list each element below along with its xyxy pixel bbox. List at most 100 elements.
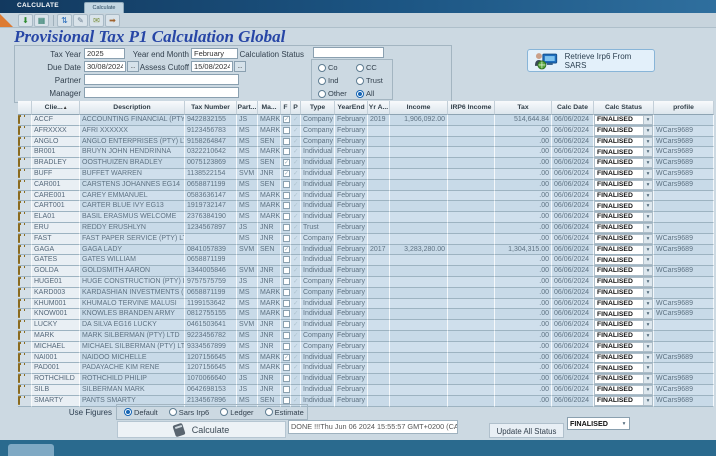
cell-income[interactable] bbox=[390, 255, 448, 266]
f-checkbox[interactable] bbox=[283, 343, 290, 350]
cell-type[interactable]: Company bbox=[301, 331, 335, 342]
cell-code[interactable]: CART001 bbox=[32, 201, 80, 212]
cell-irp6_income[interactable] bbox=[448, 363, 495, 374]
mail-icon[interactable]: ✉ bbox=[89, 14, 104, 27]
cell-tax_number[interactable]: 0658871199 bbox=[185, 255, 237, 266]
cell-income[interactable] bbox=[390, 363, 448, 374]
cell-income[interactable] bbox=[390, 201, 448, 212]
cell-income[interactable] bbox=[390, 234, 448, 245]
cell-partner[interactable]: MS bbox=[237, 288, 258, 299]
cell-year_end[interactable]: February bbox=[335, 147, 368, 158]
cell-profile[interactable] bbox=[654, 115, 714, 126]
cell-profile[interactable] bbox=[654, 331, 714, 342]
update-all-status-button[interactable]: Update All Status bbox=[489, 423, 564, 438]
calculation-status-input[interactable] bbox=[313, 47, 384, 58]
cell-yr_assessed[interactable] bbox=[368, 212, 390, 223]
cell-irp6_income[interactable] bbox=[448, 169, 495, 180]
cell-description[interactable]: MICHAEL SILBERMAN (PTY) LTD bbox=[80, 342, 185, 353]
calc-status-select[interactable]: FINALISED▾ bbox=[594, 309, 653, 319]
f-checkbox[interactable]: ✓ bbox=[283, 116, 290, 123]
cell-tax_number[interactable]: 9123456783 bbox=[185, 126, 237, 137]
cell-irp6_income[interactable] bbox=[448, 137, 495, 148]
cell-income[interactable] bbox=[390, 331, 448, 342]
cell-tax_number[interactable]: 1344005846 bbox=[185, 266, 237, 277]
cell-type[interactable]: Individual bbox=[301, 158, 335, 169]
f-checkbox[interactable] bbox=[283, 235, 290, 242]
cell-manager[interactable]: MARK bbox=[258, 212, 281, 223]
column-header-f[interactable]: F bbox=[281, 101, 291, 115]
cell-code[interactable]: SMARTY bbox=[32, 396, 80, 407]
cell-irp6_income[interactable] bbox=[448, 245, 495, 256]
calc-status-select[interactable]: FINALISED▾ bbox=[594, 115, 653, 125]
calc-status-select[interactable]: FINALISED▾ bbox=[594, 158, 653, 168]
cell-profile[interactable] bbox=[654, 342, 714, 353]
cell-partner[interactable]: JS bbox=[237, 374, 258, 385]
cell-irp6_income[interactable] bbox=[448, 212, 495, 223]
cell-tax_number[interactable]: 9223456782 bbox=[185, 331, 237, 342]
column-header-type[interactable]: Type bbox=[301, 101, 335, 115]
cell-partner[interactable]: SVM bbox=[237, 320, 258, 331]
cell-yr_assessed[interactable] bbox=[368, 223, 390, 234]
column-header-income[interactable]: Income bbox=[390, 101, 448, 115]
cell-calc_date[interactable]: 06/06/2024 bbox=[552, 299, 594, 310]
cell-tax[interactable]: .00 bbox=[495, 396, 552, 407]
calc-status-select[interactable]: FINALISED▾ bbox=[594, 201, 653, 211]
cell-income[interactable] bbox=[390, 353, 448, 364]
cell-code[interactable]: SILB bbox=[32, 385, 80, 396]
cell-year_end[interactable]: February bbox=[335, 342, 368, 353]
use-figures-radio[interactable] bbox=[220, 408, 228, 416]
import-icon[interactable]: ⬇ bbox=[18, 14, 33, 27]
cell-code[interactable]: AFRXXXX bbox=[32, 126, 80, 137]
cell-code[interactable]: GAGA bbox=[32, 245, 80, 256]
cell-profile[interactable]: WCars9689 bbox=[654, 385, 714, 396]
cell-manager[interactable]: MARK bbox=[258, 363, 281, 374]
cell-irp6_income[interactable] bbox=[448, 147, 495, 158]
cell-calc_date[interactable]: 06/06/2024 bbox=[552, 223, 594, 234]
cell-type[interactable]: Company bbox=[301, 288, 335, 299]
cell-type[interactable]: Individual bbox=[301, 245, 335, 256]
cell-profile[interactable]: WCars9689 bbox=[654, 299, 714, 310]
column-header-description[interactable]: Description bbox=[80, 101, 185, 115]
f-checkbox[interactable] bbox=[283, 397, 290, 404]
column-header-tax_number[interactable]: Tax Number bbox=[185, 101, 237, 115]
cell-tax_number[interactable]: 2376384190 bbox=[185, 212, 237, 223]
cell-year_end[interactable]: February bbox=[335, 234, 368, 245]
cell-manager[interactable]: MARK bbox=[258, 288, 281, 299]
cell-tax[interactable]: .00 bbox=[495, 363, 552, 374]
use-figures-option-ledger[interactable]: Ledger bbox=[220, 408, 253, 417]
cell-tax[interactable]: .00 bbox=[495, 126, 552, 137]
cell-type[interactable]: Individual bbox=[301, 147, 335, 158]
cell-income[interactable] bbox=[390, 320, 448, 331]
cell-yr_assessed[interactable] bbox=[368, 374, 390, 385]
cell-irp6_income[interactable] bbox=[448, 385, 495, 396]
cell-code[interactable]: MICHAEL bbox=[32, 342, 80, 353]
cell-description[interactable]: SILBERMAN MARK bbox=[80, 385, 185, 396]
cell-irp6_income[interactable] bbox=[448, 255, 495, 266]
cell-code[interactable]: BR001 bbox=[32, 147, 80, 158]
cell-profile[interactable] bbox=[654, 288, 714, 299]
cell-description[interactable]: KHUMALO TERVINE MALUSI bbox=[80, 299, 185, 310]
cell-partner[interactable]: MS bbox=[237, 147, 258, 158]
cell-description[interactable]: BRUYN JOHN HENDRINNA bbox=[80, 147, 185, 158]
cell-partner[interactable]: JS bbox=[237, 277, 258, 288]
cell-income[interactable] bbox=[390, 277, 448, 288]
f-checkbox[interactable] bbox=[283, 127, 290, 134]
cell-income[interactable] bbox=[390, 180, 448, 191]
cell-yr_assessed[interactable] bbox=[368, 147, 390, 158]
f-checkbox[interactable] bbox=[283, 386, 290, 393]
cell-irp6_income[interactable] bbox=[448, 353, 495, 364]
cell-calc_date[interactable]: 06/06/2024 bbox=[552, 169, 594, 180]
cell-yr_assessed[interactable] bbox=[368, 353, 390, 364]
calc-status-select[interactable]: FINALISED▾ bbox=[594, 137, 653, 147]
cell-manager[interactable]: MARK bbox=[258, 309, 281, 320]
f-checkbox[interactable] bbox=[283, 267, 290, 274]
cell-year_end[interactable]: February bbox=[335, 255, 368, 266]
print-icon[interactable]: ✎ bbox=[73, 14, 88, 27]
cell-partner[interactable]: SVM bbox=[237, 266, 258, 277]
cell-yr_assessed[interactable] bbox=[368, 180, 390, 191]
cell-partner[interactable] bbox=[237, 255, 258, 266]
cell-manager[interactable] bbox=[258, 255, 281, 266]
cell-yr_assessed[interactable]: 2017 bbox=[368, 245, 390, 256]
cell-profile[interactable]: WCars9689 bbox=[654, 158, 714, 169]
cell-year_end[interactable]: February bbox=[335, 363, 368, 374]
